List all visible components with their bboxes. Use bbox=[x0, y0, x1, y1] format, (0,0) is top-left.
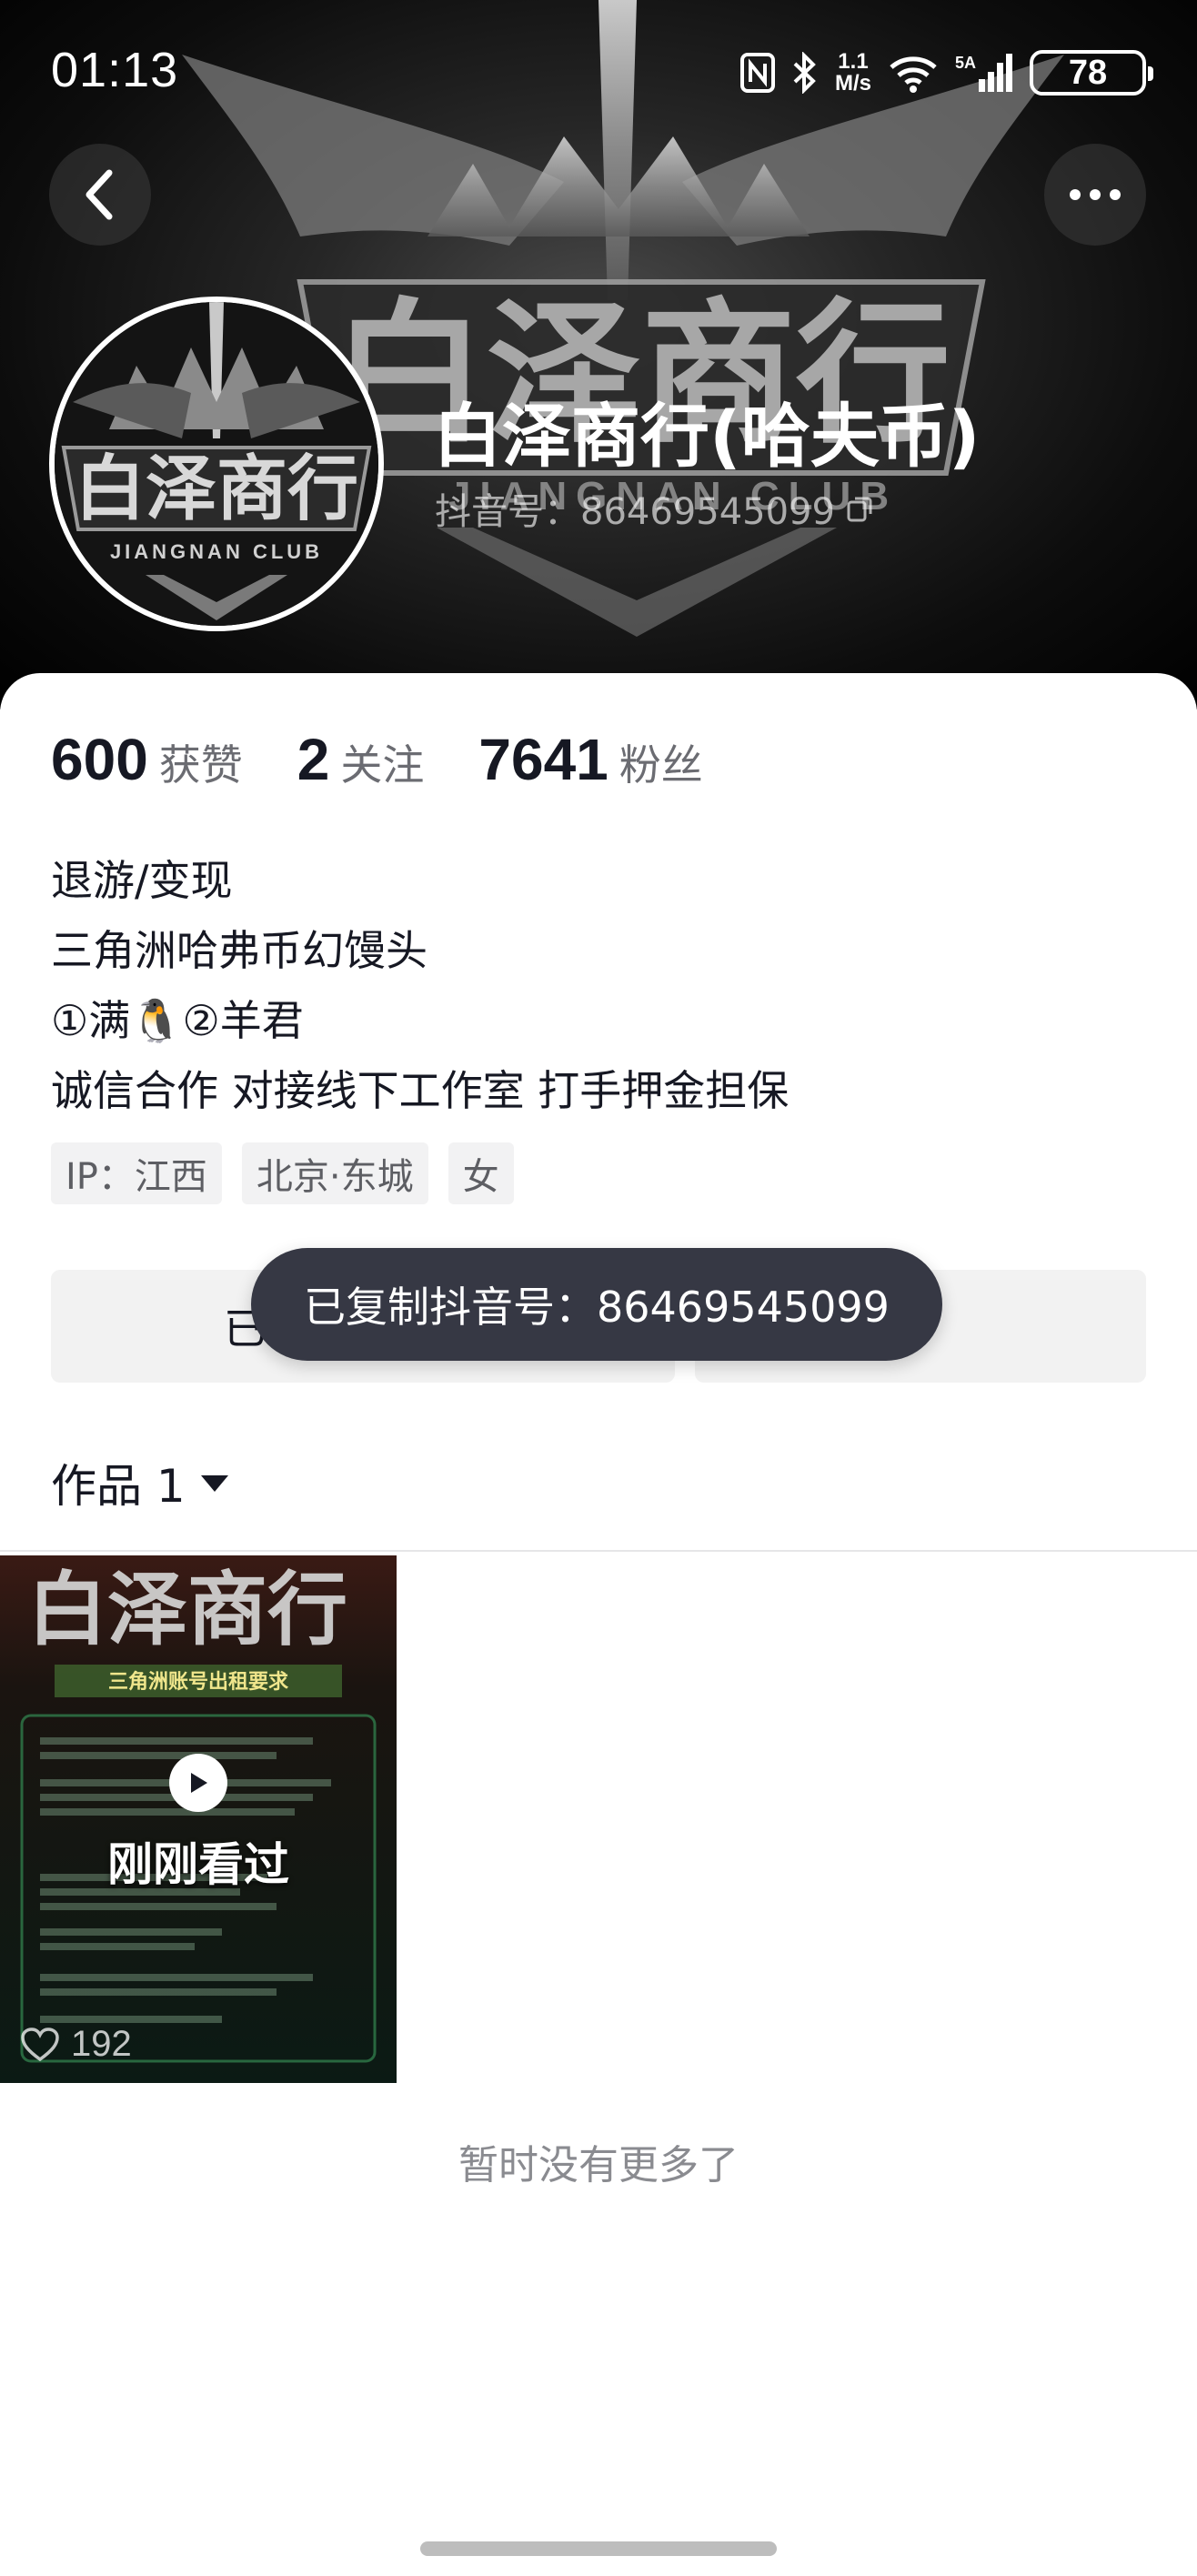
tag-location: 北京·东城 bbox=[241, 1142, 428, 1204]
network-speed-value: 1.1 bbox=[838, 49, 869, 74]
works-tab[interactable]: 作品 1 bbox=[51, 1450, 231, 1515]
no-more-text: 暂时没有更多了 bbox=[458, 2142, 739, 2189]
heart-icon bbox=[21, 2027, 59, 2061]
stat-likes[interactable]: 600 获赞 bbox=[51, 726, 243, 793]
douyin-id-text: 抖音号：86469545099 bbox=[435, 491, 835, 533]
avatar[interactable]: 白泽商行 JIANGNAN CLUB bbox=[49, 297, 384, 631]
video-likes: 192 bbox=[20, 2024, 132, 2065]
stat-following-count: 2 bbox=[297, 727, 330, 792]
video-likes-count: 192 bbox=[71, 2024, 132, 2064]
home-indicator[interactable] bbox=[420, 2541, 777, 2556]
copied-toast: 已复制抖音号：86469545099 bbox=[251, 1248, 942, 1361]
bluetooth-icon bbox=[791, 52, 819, 94]
stat-likes-label: 获赞 bbox=[158, 740, 243, 790]
svg-text:白泽商行: 白泽商行 bbox=[75, 448, 358, 530]
stat-followers-label: 粉丝 bbox=[619, 740, 703, 790]
stat-following-label: 关注 bbox=[340, 740, 425, 790]
tag-gender: 女 bbox=[448, 1142, 514, 1204]
profile-bio: 退游/变现 三角洲哈弗币幻馒头 ①满🐧②羊君 诚信合作 对接线下工作室 打手押金… bbox=[51, 846, 789, 1126]
bio-line: 三角洲哈弗币幻馒头 bbox=[51, 926, 428, 975]
cellular-signal-icon: 5A bbox=[955, 52, 1013, 94]
video-thumbnail[interactable]: 白泽商行 三角洲账号出租要求 刚刚看过 192 bbox=[0, 1555, 397, 2083]
avatar-logo-image: 白泽商行 JIANGNAN CLUB bbox=[55, 302, 378, 626]
svg-text:JIANGNAN CLUB: JIANGNAN CLUB bbox=[110, 540, 323, 563]
svg-text:白泽商行: 白泽商行 bbox=[27, 1562, 347, 1656]
nfc-icon bbox=[739, 53, 775, 93]
battery-level: 78 bbox=[1068, 53, 1108, 92]
wifi-icon bbox=[888, 53, 939, 93]
chevron-left-icon bbox=[86, 169, 113, 220]
tab-divider bbox=[0, 1550, 1197, 1552]
play-icon bbox=[169, 1754, 227, 1812]
profile-name: 白泽商行(哈夫币) bbox=[433, 396, 981, 477]
more-options-button[interactable] bbox=[1044, 144, 1146, 246]
recently-viewed-label: 刚刚看过 bbox=[107, 1838, 289, 1891]
video-cover-image: 白泽商行 三角洲账号出租要求 bbox=[0, 1555, 397, 2083]
status-time: 01:13 bbox=[51, 43, 179, 97]
tag-ip-location: IP：江西 bbox=[51, 1142, 222, 1204]
douyin-id[interactable]: 抖音号：86469545099 bbox=[435, 482, 873, 535]
bio-line: 诚信合作 对接线下工作室 打手押金担保 bbox=[51, 1066, 790, 1115]
status-icons: 1.1 M/s 5A 78 bbox=[739, 45, 1153, 100]
network-speed-unit: M/s bbox=[834, 71, 871, 96]
battery-indicator: 78 bbox=[1030, 50, 1153, 96]
stat-following[interactable]: 2 关注 bbox=[297, 726, 425, 793]
network-speed: 1.1 M/s bbox=[835, 51, 871, 95]
profile-content-card: 600 获赞 2 关注 7641 粉丝 退游/变现 三角洲哈弗币幻馒头 ①满🐧②… bbox=[0, 673, 1197, 2576]
works-tab-label: 作品 1 bbox=[51, 1460, 186, 1513]
status-bar: 01:13 1.1 M/s 5A 78 bbox=[0, 0, 1197, 146]
bio-line: 退游/变现 bbox=[51, 856, 233, 905]
profile-tags: IP：江西 北京·东城 女 bbox=[51, 1142, 514, 1204]
caret-down-icon bbox=[200, 1475, 228, 1492]
stat-followers[interactable]: 7641 粉丝 bbox=[478, 726, 702, 793]
profile-stats: 600 获赞 2 关注 7641 粉丝 bbox=[51, 726, 758, 793]
back-button[interactable] bbox=[49, 144, 151, 246]
stat-likes-count: 600 bbox=[51, 727, 148, 792]
copy-icon[interactable] bbox=[846, 494, 873, 523]
stat-followers-count: 7641 bbox=[478, 727, 609, 792]
profile-banner: 白泽商行 JIANGNAN CLUB 01:13 1.1 M/s 5A 78 白… bbox=[0, 0, 1197, 709]
more-dots-icon bbox=[1070, 189, 1121, 200]
bio-line: ①满🐧②羊君 bbox=[51, 996, 304, 1045]
svg-text:5A: 5A bbox=[955, 54, 976, 72]
svg-text:三角洲账号出租要求: 三角洲账号出租要求 bbox=[108, 1670, 288, 1694]
